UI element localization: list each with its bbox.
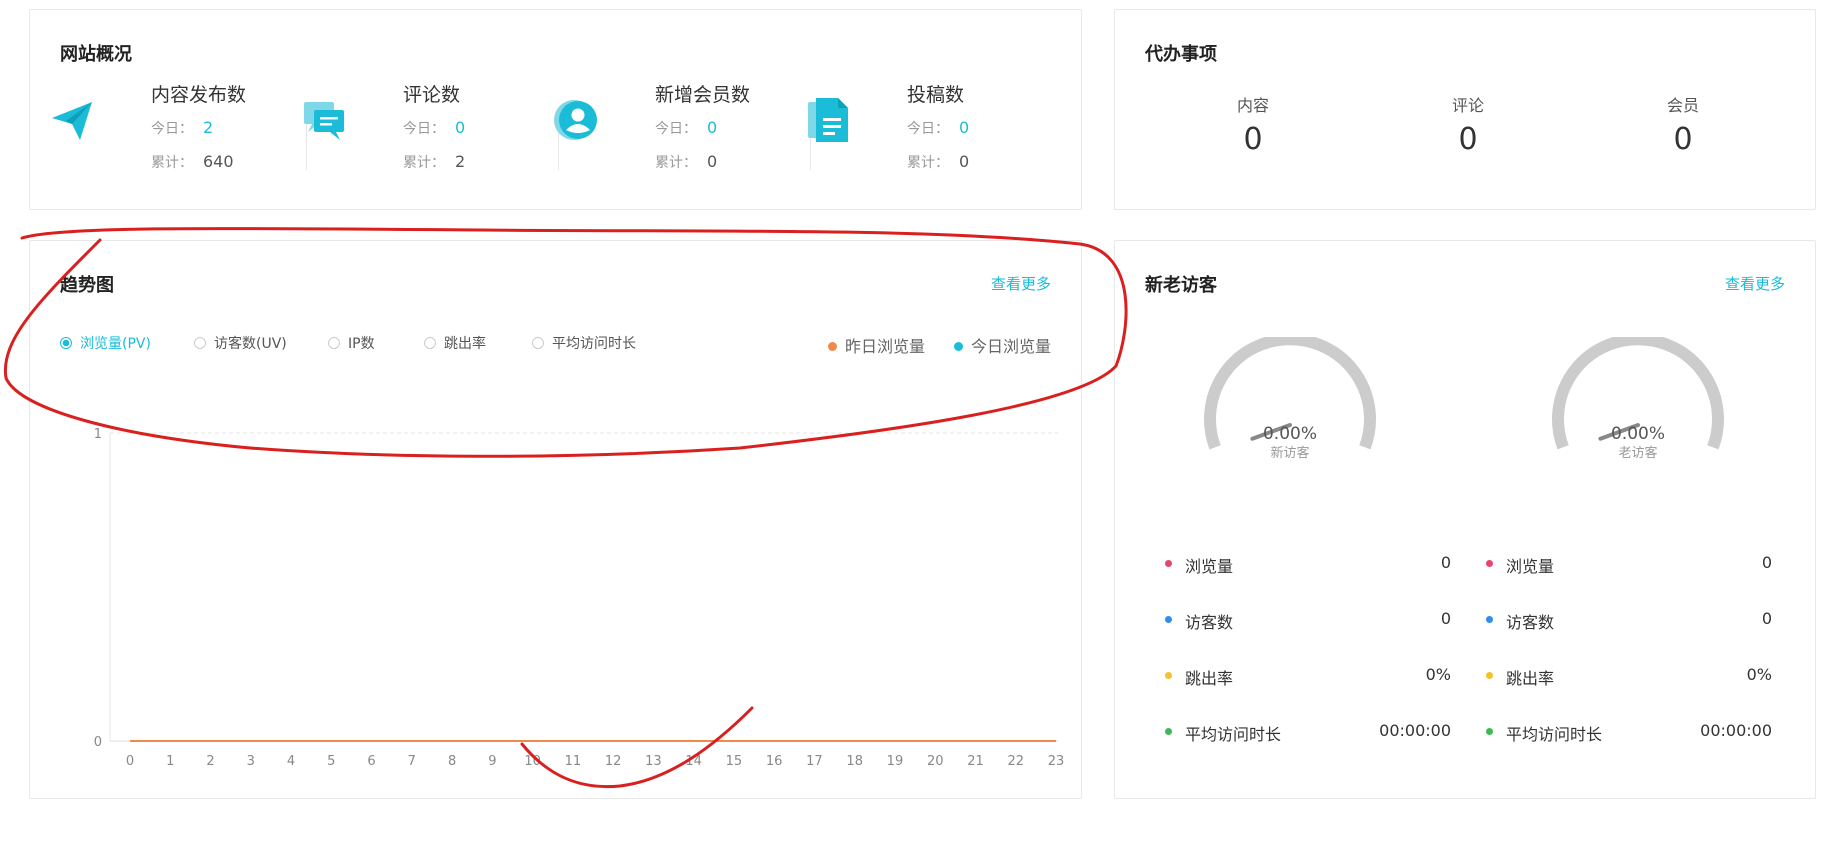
radio-checked-icon xyxy=(60,337,72,349)
returning-visitor-gauge: 0.00% 老访客 xyxy=(1552,337,1724,461)
x-tick-label: 9 xyxy=(488,754,496,769)
metric-option-duration[interactable]: 平均访问时长 xyxy=(532,333,636,353)
y-tick-label: 0 xyxy=(94,735,102,750)
x-tick-label: 2 xyxy=(206,754,214,769)
metric-option-uv[interactable]: 访客数(UV) xyxy=(194,333,287,353)
overview-today-value: 0 xyxy=(707,118,718,137)
radio-unchecked-icon xyxy=(328,337,340,349)
x-tick-label: 10 xyxy=(524,754,541,769)
overview-label: 内容发布数 xyxy=(151,84,247,106)
x-tick-label: 16 xyxy=(766,754,783,769)
radio-unchecked-icon xyxy=(424,337,436,349)
todo-count: 0 xyxy=(1673,122,1693,157)
visitors-card: 新老访客 查看更多 0.00% 新访客 0.00% 老访客 浏览量 0 访客数 0 … xyxy=(1114,240,1816,799)
todo-count: 0 xyxy=(1458,122,1478,157)
new-stat-uv: 访客数 0 xyxy=(1165,607,1451,632)
document-icon xyxy=(808,98,848,142)
x-tick-label: 15 xyxy=(726,754,743,769)
stat-dot xyxy=(1486,560,1493,567)
todo-item-comments[interactable]: 评论 0 xyxy=(1378,92,1558,157)
overview-total-value: 640 xyxy=(203,152,234,171)
x-tick-label: 19 xyxy=(887,754,904,769)
overview-today-value: 2 xyxy=(203,118,214,137)
stat-dot xyxy=(1486,616,1493,623)
trend-view-more-link[interactable]: 查看更多 xyxy=(991,273,1051,294)
x-tick-label: 8 xyxy=(448,754,456,769)
x-tick-label: 18 xyxy=(846,754,863,769)
x-tick-label: 22 xyxy=(1007,754,1024,769)
stat-dot xyxy=(1165,672,1172,679)
site-overview-card: 网站概况 内容发布数 今日：2 累计：640 评论数 今日：0 累计：2 xyxy=(29,9,1082,210)
new-visitor-gauge: 0.00% 新访客 xyxy=(1204,337,1376,461)
stat-dot xyxy=(1165,560,1172,567)
returning-stat-bounce: 跳出率 0% xyxy=(1486,663,1772,688)
visitors-title: 新老访客 xyxy=(1145,275,1217,296)
x-tick-label: 6 xyxy=(367,754,375,769)
overview-today-value: 0 xyxy=(455,118,466,137)
trend-chart: 010 1 2 3 4 5 6 7 8 9 10 11 12 13 14 15 16 17 18 19 20 21 22 23 xyxy=(94,427,1065,769)
overview-item-members: 新增会员数 今日： 0 累计： 0 xyxy=(534,80,784,180)
overview-today-value: 0 xyxy=(959,118,970,137)
x-tick-label: 17 xyxy=(806,754,823,769)
todo-card: 代办事项 内容 0 评论 0 会员 0 xyxy=(1114,9,1816,210)
legend-today[interactable]: 今日浏览量 xyxy=(954,333,1051,357)
returning-stat-uv: 访客数 0 xyxy=(1486,607,1772,632)
overview-label: 新增会员数 xyxy=(655,84,751,106)
metric-option-pv[interactable]: 浏览量(PV) xyxy=(60,333,151,353)
overview-total-value: 0 xyxy=(707,152,718,171)
x-tick-label: 14 xyxy=(685,754,702,769)
overview-item-submissions: 投稿数 今日： 0 累计： 0 xyxy=(786,80,1036,180)
x-tick-label: 1 xyxy=(166,754,174,769)
gauge-value: 0.00% xyxy=(1263,424,1317,444)
new-stat-pv: 浏览量 0 xyxy=(1165,551,1451,576)
legend-yesterday[interactable]: 昨日浏览量 xyxy=(828,333,925,357)
x-tick-label: 4 xyxy=(287,754,295,769)
paper-plane-icon xyxy=(52,102,92,140)
metric-option-bounce[interactable]: 跳出率 xyxy=(424,333,486,353)
legend-dot xyxy=(954,342,963,351)
overview-total-value: 0 xyxy=(959,152,970,171)
x-tick-label: 3 xyxy=(247,754,255,769)
trend-title: 趋势图 xyxy=(60,275,114,296)
stat-dot xyxy=(1165,616,1172,623)
overview-label: 投稿数 xyxy=(907,84,965,106)
x-tick-label: 13 xyxy=(645,754,662,769)
radio-unchecked-icon xyxy=(532,337,544,349)
stat-dot xyxy=(1486,728,1493,735)
user-icon xyxy=(554,100,597,140)
stat-dot xyxy=(1165,728,1172,735)
site-overview-title: 网站概况 xyxy=(60,44,132,65)
overview-total-value: 2 xyxy=(455,152,466,171)
returning-stat-pv: 浏览量 0 xyxy=(1486,551,1772,576)
returning-stat-duration: 平均访问时长 00:00:00 xyxy=(1486,719,1772,744)
x-tick-label: 23 xyxy=(1048,754,1065,769)
overview-label: 评论数 xyxy=(403,84,461,106)
x-tick-label: 20 xyxy=(927,754,944,769)
visitors-view-more-link[interactable]: 查看更多 xyxy=(1725,273,1785,294)
stat-dot xyxy=(1486,672,1493,679)
y-tick-label: 1 xyxy=(94,427,102,442)
trend-card: 趋势图 查看更多 浏览量(PV) 访客数(UV) IP数 跳出率 平均访问时长 … xyxy=(29,240,1082,799)
chat-bubbles-icon xyxy=(304,102,344,140)
x-tick-label: 0 xyxy=(126,754,134,769)
overview-item-content: 内容发布数 今日： 2 累计： 640 xyxy=(30,80,280,180)
todo-item-content[interactable]: 内容 0 xyxy=(1163,92,1343,157)
x-tick-label: 7 xyxy=(408,754,416,769)
radio-unchecked-icon xyxy=(194,337,206,349)
metric-option-ip[interactable]: IP数 xyxy=(328,333,375,353)
x-tick-label: 11 xyxy=(565,754,582,769)
legend-dot xyxy=(828,342,837,351)
overview-item-comments: 评论数 今日： 0 累计： 2 xyxy=(282,80,532,180)
todo-count: 0 xyxy=(1243,122,1263,157)
gauge-label: 新访客 xyxy=(1270,445,1309,461)
todo-title: 代办事项 xyxy=(1145,44,1217,65)
x-tick-label: 21 xyxy=(967,754,984,769)
new-stat-bounce: 跳出率 0% xyxy=(1165,663,1451,688)
todo-item-members[interactable]: 会员 0 xyxy=(1593,92,1773,157)
x-tick-label: 12 xyxy=(605,754,622,769)
new-stat-duration: 平均访问时长 00:00:00 xyxy=(1165,719,1451,744)
gauge-value: 0.00% xyxy=(1611,424,1665,444)
x-tick-label: 5 xyxy=(327,754,335,769)
gauge-label: 老访客 xyxy=(1618,445,1657,461)
